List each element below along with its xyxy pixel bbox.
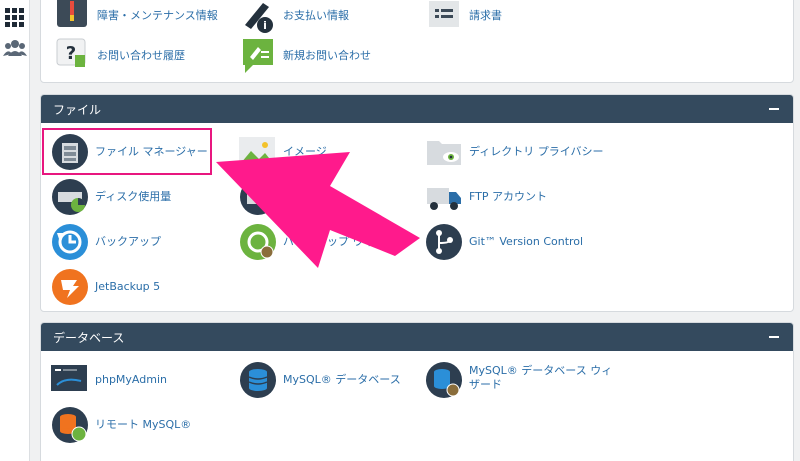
app-invoice[interactable]: 請求書 xyxy=(425,0,502,35)
app-disk-usage[interactable]: ディスク使用量 xyxy=(51,178,171,216)
collapse-icon[interactable] xyxy=(769,336,779,338)
app-git-version-control[interactable]: Git™ Version Control xyxy=(425,223,583,261)
phpmyadmin-icon xyxy=(51,361,89,399)
left-sidebar xyxy=(0,0,30,461)
app-label: JetBackup 5 xyxy=(95,280,161,294)
app-label: ディスク使用量 xyxy=(95,190,172,204)
app-directory-privacy[interactable]: ディレクトリ プライバシー xyxy=(425,133,604,171)
app-mysql-databases[interactable]: MySQL® データベース xyxy=(239,361,401,399)
database-panel-header[interactable]: データベース xyxy=(41,323,793,351)
section-title: データベース xyxy=(53,330,125,345)
app-billing[interactable]: i お支払い情報 xyxy=(239,0,349,35)
app-label: ディレクトリ プライバシー xyxy=(469,145,604,159)
app-label: phpMyAdmin xyxy=(95,373,167,387)
app-label: リモート MySQL® xyxy=(95,418,192,432)
remote-mysql-icon xyxy=(51,406,89,444)
backup-icon xyxy=(51,223,89,261)
files-panel-header[interactable]: ファイル xyxy=(41,95,793,123)
app-jetbackup[interactable]: JetBackup 5 xyxy=(51,268,160,306)
app-label: お支払い情報 xyxy=(283,9,349,23)
app-label: バックアップ xyxy=(95,235,161,249)
app-phpmyadmin[interactable]: phpMyAdmin xyxy=(51,361,167,399)
svg-text:i: i xyxy=(263,19,267,32)
database-panel: データベース phpMyAdmin MySQL® データベース MySQL® デ… xyxy=(40,322,794,461)
mysql-wizard-icon xyxy=(425,361,463,399)
app-image[interactable]: イメージ xyxy=(239,133,327,171)
new-inquiry-icon xyxy=(239,37,277,75)
app-label: バックアップ ウィザード xyxy=(283,235,408,249)
ftp-truck-icon xyxy=(425,178,463,216)
app-label: FTP アカウント xyxy=(469,190,547,204)
ftp-accounts-icon xyxy=(239,178,277,216)
invoice-icon xyxy=(425,0,463,35)
app-ftp-accounts[interactable]: FTP アカウント xyxy=(425,178,547,216)
app-label: Git™ Version Control xyxy=(469,235,584,249)
jetbackup-icon xyxy=(51,268,89,306)
git-icon xyxy=(425,223,463,261)
app-backup-wizard[interactable]: バックアップ ウィザード xyxy=(239,223,408,261)
svg-text:?: ? xyxy=(66,43,76,64)
app-mysql-wizard[interactable]: MySQL® データベース ウィザード xyxy=(425,361,619,399)
collapse-icon[interactable] xyxy=(769,108,779,110)
app-label: 請求書 xyxy=(469,9,502,23)
image-icon xyxy=(239,133,277,171)
app-ftp-accounts-hidden[interactable] xyxy=(239,178,283,216)
support-panel: 障害・メンテナンス情報 i お支払い情報 請求書 ? お問い合わせ履歴 新規お問… xyxy=(40,0,794,83)
backup-wizard-icon xyxy=(239,223,277,261)
app-label: イメージ xyxy=(283,145,327,159)
section-title: ファイル xyxy=(53,102,102,117)
question-icon: ? xyxy=(53,37,91,75)
app-inquiry-history[interactable]: ? お問い合わせ履歴 xyxy=(53,37,185,75)
folder-privacy-icon xyxy=(425,133,463,171)
highlight-box xyxy=(42,128,212,175)
users-icon[interactable] xyxy=(3,36,27,60)
files-panel: ファイル ファイル マネージャー イメージ ディレクトリ プライバシー ディスク… xyxy=(40,94,794,312)
grid-icon[interactable] xyxy=(3,6,27,30)
pen-info-icon: i xyxy=(239,0,277,35)
disk-usage-icon xyxy=(51,178,89,216)
app-label: お問い合わせ履歴 xyxy=(97,49,185,63)
app-maintenance[interactable]: 障害・メンテナンス情報 xyxy=(53,0,218,35)
app-label: 新規お問い合わせ xyxy=(283,49,371,63)
app-backup[interactable]: バックアップ xyxy=(51,223,161,261)
thermometer-icon xyxy=(53,0,91,35)
app-label: MySQL® データベース xyxy=(283,373,401,387)
app-remote-mysql[interactable]: リモート MySQL® xyxy=(51,406,191,444)
app-label: MySQL® データベース ウィザード xyxy=(469,364,613,391)
app-new-inquiry[interactable]: 新規お問い合わせ xyxy=(239,37,371,75)
app-label: 障害・メンテナンス情報 xyxy=(97,9,218,23)
mysql-db-icon xyxy=(239,361,277,399)
